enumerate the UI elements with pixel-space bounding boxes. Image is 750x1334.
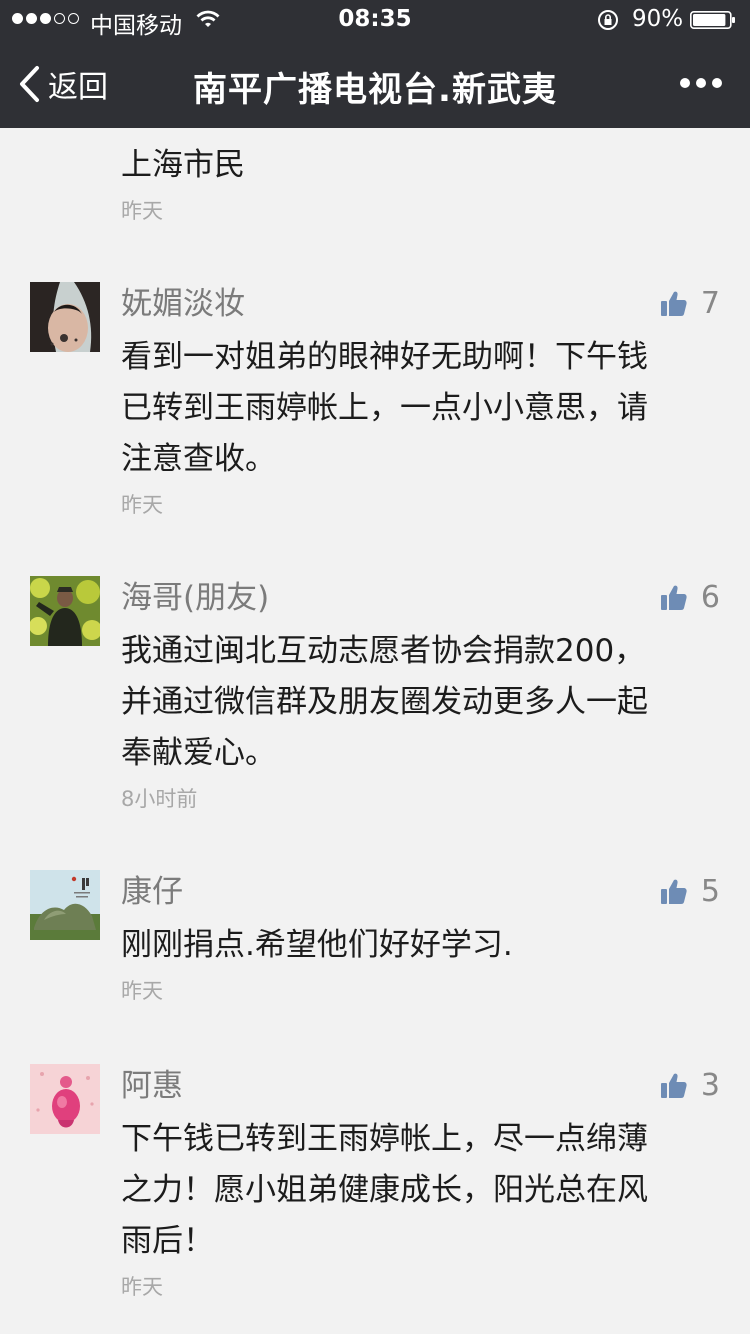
comment-text: 看到一对姐弟的眼神好无助啊！下午钱 已转到王雨婷帐上，一点小小意思，请 注意查收… (121, 332, 711, 485)
rotation-lock-icon (598, 10, 618, 30)
avatar[interactable] (30, 1064, 100, 1134)
comment-time: 昨天 (121, 199, 163, 223)
comment-time: 昨天 (121, 493, 163, 517)
comment-text-line: 刚刚捐点.希望他们好好学习. (121, 927, 513, 963)
comment-text-line: 之力！愿小姐弟健康成长，阳光总在风 (121, 1172, 648, 1208)
comment-text-line: 下午钱已转到王雨婷帐上，尽一点绵薄 (121, 1121, 648, 1157)
comment-time: 昨天 (121, 979, 163, 1003)
comment-text: 下午钱已转到王雨婷帐上，尽一点绵薄 之力！愿小姐弟健康成长，阳光总在风 雨后！ (121, 1114, 711, 1267)
more-dots-icon[interactable] (678, 74, 724, 92)
comment-text-line: 我通过闽北互动志愿者协会捐款200， (121, 633, 646, 669)
battery-icon (690, 11, 735, 29)
header: 中国移动 08:35 90% 返回 南平广播电视台.新武夷 (0, 0, 750, 128)
comment-text-line: 并通过微信群及朋友圈发动更多人一起 (121, 684, 648, 720)
avatar[interactable] (30, 282, 100, 352)
thumbs-up-icon (660, 879, 687, 904)
comment-body: 阿惠 下午钱已转到王雨婷帐上，尽一点绵薄 之力！愿小姐弟健康成长，阳光总在风 雨… (121, 1064, 711, 1301)
comment-body: 康仔 刚刚捐点.希望他们好好学习. 昨天 (121, 870, 711, 1005)
comment-text: 我通过闽北互动志愿者协会捐款200， 并通过微信群及朋友圈发动更多人一起 奉献爱… (121, 626, 711, 779)
comment-author[interactable]: 妩媚淡妆 (121, 282, 711, 326)
nav-bar: 返回 南平广播电视台.新武夷 (0, 40, 750, 128)
avatar[interactable] (30, 576, 100, 646)
like-button[interactable]: 7 (660, 286, 720, 321)
comment-text-line: 注意查收。 (121, 441, 276, 477)
comment-author[interactable]: 海哥(朋友) (121, 576, 711, 620)
comment-body: 海哥(朋友) 我通过闽北互动志愿者协会捐款200， 并通过微信群及朋友圈发动更多… (121, 576, 711, 813)
like-count: 5 (700, 874, 720, 909)
comment-text-line: 雨后！ (121, 1223, 214, 1259)
like-button[interactable]: 6 (660, 580, 720, 615)
avatar[interactable] (30, 870, 100, 940)
avatar-image (30, 870, 100, 940)
comment-text: 刚刚捐点.希望他们好好学习. (121, 920, 711, 971)
battery-percent: 90% (632, 6, 684, 32)
thumbs-up-icon (660, 1073, 687, 1098)
like-count: 7 (700, 286, 720, 321)
comment-text-line: 奉献爱心。 (121, 735, 276, 771)
page-title: 南平广播电视台.新武夷 (193, 70, 557, 110)
avatar-image (30, 576, 100, 646)
comment-time: 昨天 (121, 1275, 163, 1299)
status-bar: 中国移动 08:35 90% (0, 0, 750, 40)
like-button[interactable]: 5 (660, 874, 720, 909)
thumbs-up-icon (660, 585, 687, 610)
like-count: 6 (700, 580, 720, 615)
comment-text-line: 已转到王雨婷帐上，一点小小意思，请 (121, 390, 648, 426)
like-count: 3 (700, 1068, 720, 1103)
avatar-image (30, 282, 100, 352)
avatar-image (30, 1064, 100, 1134)
comment-text-line: 看到一对姐弟的眼神好无助啊！下午钱 (121, 339, 648, 375)
like-button[interactable]: 3 (660, 1068, 720, 1103)
comment-body: 妩媚淡妆 看到一对姐弟的眼神好无助啊！下午钱 已转到王雨婷帐上，一点小小意思，请… (121, 282, 711, 519)
comment-text: 上海市民 (121, 147, 245, 183)
thumbs-up-icon (660, 291, 687, 316)
comment-partial: 上海市民 昨天 (121, 140, 245, 225)
comment-author[interactable]: 阿惠 (121, 1064, 711, 1108)
app-root: 中国移动 08:35 90% 返回 南平广播电视台.新武夷 上海市民 昨天 妩媚… (0, 0, 750, 1334)
comment-time: 8小时前 (121, 787, 198, 811)
comment-author[interactable]: 康仔 (121, 870, 711, 914)
